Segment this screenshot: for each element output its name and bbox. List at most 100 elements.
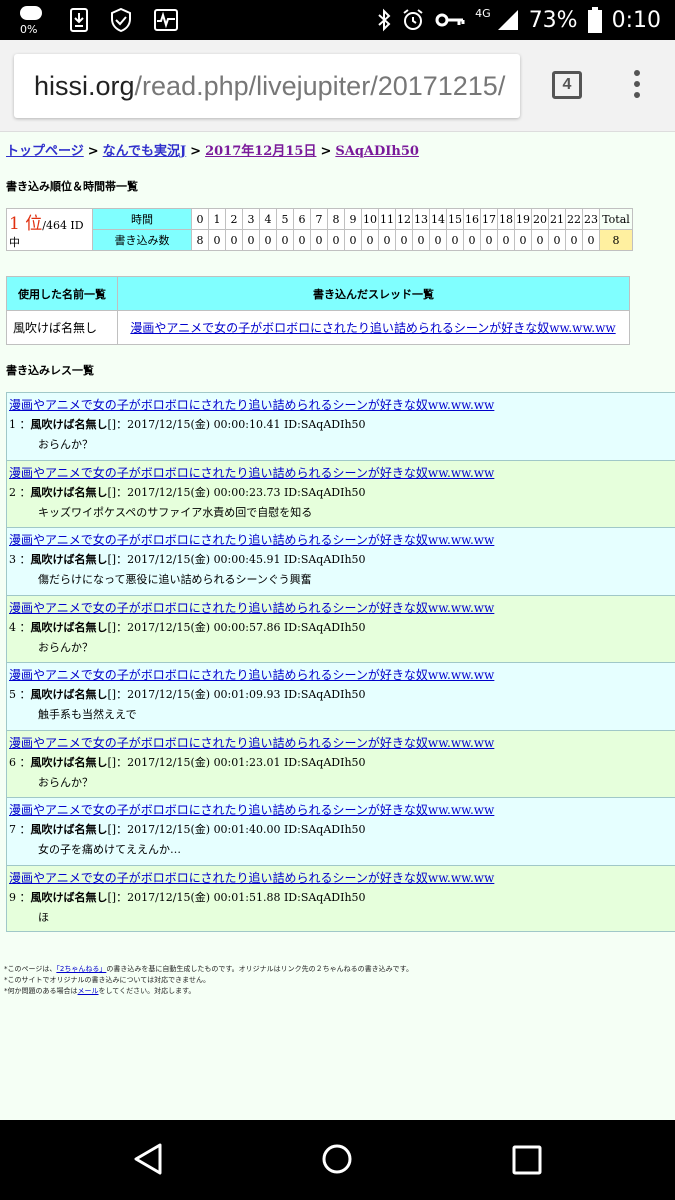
names-column-header: 使用した名前一覧 — [6, 276, 118, 311]
hour-header: 14 — [429, 208, 447, 230]
post-number: 9 ： — [9, 890, 31, 904]
hour-count-cell: 0 — [225, 229, 243, 251]
post-body: キッズワイポケスペのサファイア水責め回で自慰を知る — [38, 505, 313, 519]
hour-header: 3 — [242, 208, 260, 230]
breadcrumb-board-link[interactable]: なんでも実況J — [103, 144, 187, 159]
breadcrumb-separator: > — [87, 144, 99, 159]
post-meta: 3 ：風吹けば名無し[]：2017/12/15(金) 00:00:45.91 I… — [9, 551, 675, 567]
post-body: 触手系も当然ええで — [38, 708, 137, 721]
used-name: 風吹けば名無し — [6, 310, 118, 345]
post-info: []：2017/12/15(金) 00:01:09.93 ID:SAqADIh5… — [107, 688, 366, 701]
count-total-cell: 8 — [599, 229, 633, 251]
address-bar[interactable]: hissi.org/read.php/livejupiter/20171215/ — [14, 54, 520, 118]
hour-header: 10 — [361, 208, 379, 230]
post-item: 漫画やアニメで女の子がボロボロにされたり追い詰められるシーンが好きな奴ww.ww… — [6, 662, 675, 730]
post-thread-link[interactable]: 漫画やアニメで女の子がボロボロにされたり追い詰められるシーンが好きな奴ww.ww… — [9, 666, 494, 683]
hour-count-cell: 0 — [463, 229, 481, 251]
hour-header: 23 — [582, 208, 600, 230]
time-row-label: 時間 — [92, 208, 192, 230]
tab-switcher-button[interactable]: 4 — [552, 71, 582, 99]
hour-count-cell: 0 — [582, 229, 600, 251]
post-meta: 6 ：風吹けば名無し[]：2017/12/15(金) 00:01:23.01 I… — [9, 754, 675, 770]
threads-column-header: 書き込んだスレッド一覧 — [117, 276, 630, 311]
rank-table: 1 位/464 ID中 時間 0 1 2 3 4 5 6 7 8 9 10 11 12 13 14 15 16 1… — [6, 208, 633, 251]
post-info: []：2017/12/15(金) 00:00:23.73 ID:SAqADIh5… — [107, 485, 366, 499]
overflow-menu-icon[interactable] — [630, 70, 644, 102]
post-item: 漫画やアニメで女の子がボロボロにされたり追い詰められるシーンが好きな奴ww.ww… — [6, 729, 675, 797]
2ch-link[interactable]: 「2ちゃんねる」 — [56, 965, 106, 973]
hour-count-cell: 0 — [378, 229, 396, 251]
post-info: []：2017/12/15(金) 00:01:51.88 ID:SAqADIh5… — [107, 890, 366, 904]
post-thread-link[interactable]: 漫画やアニメで女の子がボロボロにされたり追い詰められるシーンが好きな奴ww.ww… — [9, 396, 494, 413]
breadcrumb-top-link[interactable]: トップページ — [6, 144, 84, 159]
hour-count-cell: 0 — [412, 229, 430, 251]
post-info: []：2017/12/15(金) 00:01:40.00 ID:SAqADIh5… — [107, 823, 366, 836]
post-author: 風吹けば名無し — [30, 620, 108, 634]
home-icon[interactable] — [321, 1143, 353, 1175]
thread-link[interactable]: 漫画やアニメで女の子がボロボロにされたり追い詰められるシーンが好きな奴ww.ww… — [130, 321, 615, 335]
back-icon[interactable] — [133, 1142, 163, 1176]
breadcrumb: トップページ > なんでも実況J >2017年12月15日 > SAqADIh50 — [6, 140, 419, 159]
hour-header: 16 — [463, 208, 481, 230]
post-info: []：2017/12/15(金) 00:01:23.01 ID:SAqADIh5… — [107, 755, 366, 769]
posts-heading: 書き込みレス一覧 — [6, 364, 94, 377]
signal-icon — [497, 10, 518, 30]
url-path: /read.php/livejupiter/20171215/ — [134, 71, 506, 101]
shield-check-icon — [111, 8, 131, 32]
footnote-text: *何か問題のある場合は — [4, 987, 78, 995]
hour-header: 22 — [565, 208, 583, 230]
hour-header: 12 — [395, 208, 413, 230]
hour-count-cell: 0 — [395, 229, 413, 251]
post-author: 風吹けば名無し — [30, 553, 108, 566]
activity-monitor-icon — [154, 9, 178, 31]
hour-count-cell: 0 — [565, 229, 583, 251]
hour-header: 8 — [327, 208, 345, 230]
post-thread-link[interactable]: 漫画やアニメで女の子がボロボロにされたり追い詰められるシーンが好きな奴ww.ww… — [9, 599, 494, 616]
names-threads-table: 使用した名前一覧 書き込んだスレッド一覧 風吹けば名無し 漫画やアニメで女の子が… — [6, 276, 630, 345]
hour-count-cell: 0 — [344, 229, 362, 251]
hour-count-cell: 0 — [361, 229, 379, 251]
recents-icon[interactable] — [512, 1145, 542, 1175]
post-thread-link[interactable]: 漫画やアニメで女の子がボロボロにされたり追い詰められるシーンが好きな奴ww.ww… — [9, 801, 494, 818]
hour-header: 21 — [548, 208, 566, 230]
breadcrumb-date-link[interactable]: 2017年12月15日 — [205, 144, 316, 159]
weather-icon: 0% — [14, 2, 48, 38]
counts-row: 書き込み数 8000000000000000000000008 — [7, 229, 633, 251]
post-number: 5 ： — [9, 688, 31, 701]
network-type: 4G — [475, 6, 491, 20]
post-thread-link[interactable]: 漫画やアニメで女の子がボロボロにされたり追い詰められるシーンが好きな奴ww.ww… — [9, 734, 494, 751]
weather-percent: 0% — [20, 23, 38, 36]
page-content: トップページ > なんでも実況J >2017年12月15日 > SAqADIh50 書き込… — [0, 132, 675, 1120]
post-item: 漫画やアニメで女の子がボロボロにされたり追い詰められるシーンが好きな奴ww.ww… — [6, 594, 675, 662]
count-row-label: 書き込み数 — [92, 229, 192, 251]
hour-count-cell: 0 — [259, 229, 277, 251]
post-thread-link[interactable]: 漫画やアニメで女の子がボロボロにされたり追い詰められるシーンが好きな奴ww.ww… — [9, 531, 494, 548]
hour-header: 15 — [446, 208, 464, 230]
mail-link[interactable]: メール — [78, 987, 99, 995]
breadcrumb-id-link[interactable]: SAqADIh50 — [335, 144, 419, 159]
post-author: 風吹けば名無し — [30, 418, 108, 431]
hour-header: 19 — [514, 208, 532, 230]
battery-icon — [587, 7, 602, 33]
footnote-line: *このサイトでオリジナルの書き込みについては対応できません。 — [4, 976, 210, 984]
clock: 0:10 — [611, 7, 661, 33]
hour-header: 6 — [293, 208, 311, 230]
rank-number: 1 位 — [9, 214, 43, 234]
breadcrumb-separator: > — [320, 144, 332, 159]
hours-row: 1 位/464 ID中 時間 0 1 2 3 4 5 6 7 8 9 10 11 12 13 14 15 16 1… — [6, 208, 633, 251]
hour-count-cell: 0 — [480, 229, 498, 251]
hour-header: 0 — [191, 208, 209, 230]
post-meta: 1 ：風吹けば名無し[]：2017/12/15(金) 00:00:10.41 I… — [9, 416, 675, 432]
hour-count-cell: 0 — [446, 229, 464, 251]
post-thread-link[interactable]: 漫画やアニメで女の子がボロボロにされたり追い詰められるシーンが好きな奴ww.ww… — [9, 869, 494, 886]
post-body: 女の子を痛めけてええんか… — [38, 843, 181, 856]
status-bar: 0% 4G 73% 0:10 — [0, 0, 675, 40]
post-number: 2 ： — [9, 485, 31, 499]
hour-header: 18 — [497, 208, 515, 230]
hour-count-cell: 0 — [531, 229, 549, 251]
battery-percent: 73% — [528, 7, 578, 33]
hour-count-cell: 0 — [548, 229, 566, 251]
post-thread-link[interactable]: 漫画やアニメで女の子がボロボロにされたり追い詰められるシーンが好きな奴ww.ww… — [9, 464, 494, 481]
footnotes: *このページは、「2ちゃんねる」の書き込みを基に自動生成したものです。オリジナル… — [4, 964, 413, 997]
post-author: 風吹けば名無し — [30, 823, 108, 836]
